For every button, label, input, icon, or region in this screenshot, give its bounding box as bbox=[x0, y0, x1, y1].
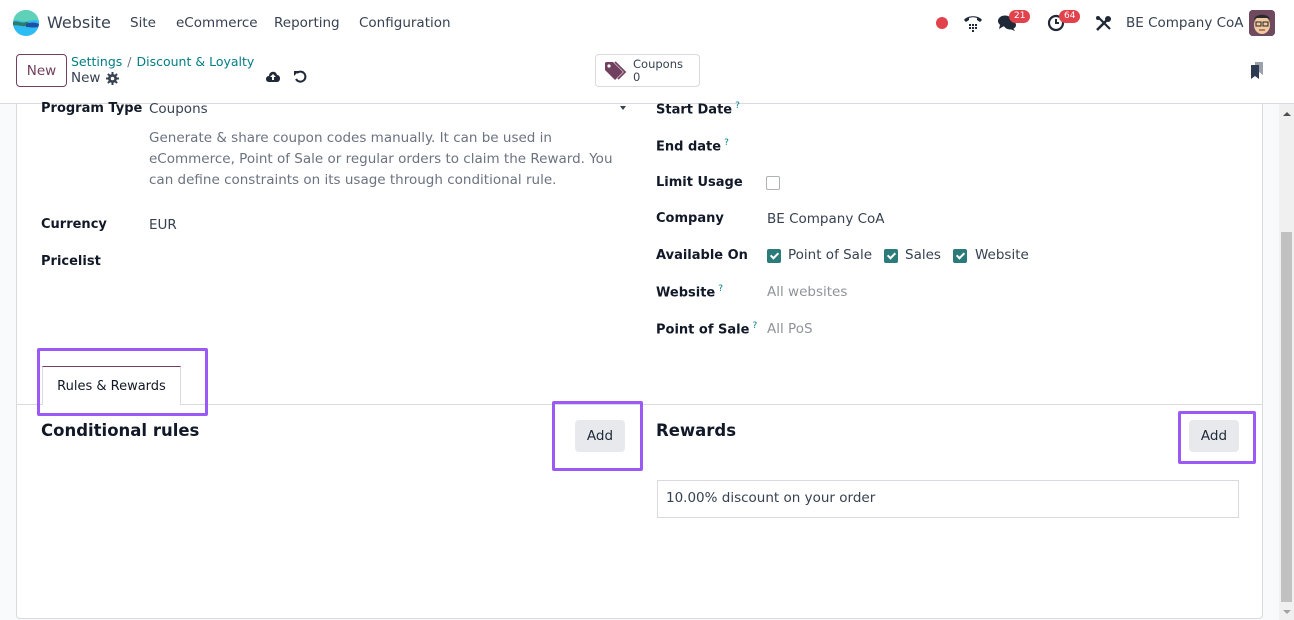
menu-site[interactable]: Site bbox=[130, 15, 156, 31]
conditional-rules-title: Conditional rules bbox=[41, 421, 200, 440]
messages-count-badge: 21 bbox=[1009, 10, 1031, 23]
point-of-sale-label: Point of Sale? bbox=[656, 321, 758, 338]
discard-undo-icon[interactable] bbox=[293, 69, 308, 84]
end-date-field[interactable] bbox=[766, 136, 1236, 156]
menu-configuration[interactable]: Configuration bbox=[359, 15, 451, 31]
available-on-label: Available On bbox=[656, 248, 748, 263]
save-cloud-icon[interactable] bbox=[265, 69, 281, 83]
website-app-logo-icon[interactable] bbox=[13, 10, 39, 36]
new-button[interactable]: New bbox=[16, 54, 67, 87]
user-avatar[interactable] bbox=[1249, 10, 1275, 36]
limit-usage-checkbox[interactable] bbox=[766, 176, 780, 190]
help-icon[interactable]: ? bbox=[724, 138, 729, 148]
menu-ecommerce[interactable]: eCommerce bbox=[176, 15, 258, 31]
tab-rules-rewards[interactable]: Rules & Rewards bbox=[42, 366, 181, 405]
notebook-tab-divider bbox=[17, 404, 1263, 405]
reward-item[interactable]: 10.00% discount on your order bbox=[657, 480, 1239, 518]
currency-label: Currency bbox=[41, 217, 107, 232]
record-name: New bbox=[71, 70, 101, 86]
pricelist-label: Pricelist bbox=[41, 254, 101, 269]
company-field[interactable]: BE Company CoA bbox=[767, 211, 885, 227]
vertical-scrollbar[interactable] bbox=[1279, 104, 1294, 620]
breadcrumb-settings[interactable]: Settings bbox=[71, 54, 122, 69]
top-navbar: Website Site eCommerce Reporting Configu… bbox=[0, 0, 1294, 46]
add-conditional-rule-button[interactable]: Add bbox=[575, 420, 625, 452]
app-name[interactable]: Website bbox=[47, 13, 111, 32]
scrollbar-thumb[interactable] bbox=[1281, 232, 1292, 602]
add-reward-button[interactable]: Add bbox=[1189, 420, 1239, 452]
control-panel: New Settings / Discount & Loyalty New Coup… bbox=[0, 46, 1294, 104]
sales-checkbox[interactable] bbox=[884, 249, 898, 263]
chevron-down-icon bbox=[620, 106, 626, 110]
scroll-up-arrow-icon[interactable] bbox=[1283, 112, 1291, 116]
website-label: Website? bbox=[656, 284, 724, 301]
recording-dot-icon[interactable] bbox=[936, 17, 948, 29]
company-label: Company bbox=[656, 211, 724, 226]
breadcrumb: Settings / Discount & Loyalty bbox=[71, 54, 254, 69]
gear-icon[interactable] bbox=[106, 71, 120, 85]
scroll-down-arrow-icon[interactable] bbox=[1283, 610, 1291, 614]
end-date-label: End date? bbox=[656, 138, 729, 155]
start-date-field[interactable] bbox=[766, 101, 1236, 121]
point-of-sale-checkbox-label[interactable]: Point of Sale bbox=[788, 247, 872, 263]
phone-icon[interactable] bbox=[963, 14, 983, 32]
menu-reporting[interactable]: Reporting bbox=[274, 15, 340, 31]
activities-count-badge: 64 bbox=[1059, 10, 1081, 23]
help-icon[interactable]: ? bbox=[735, 101, 740, 111]
limit-usage-label: Limit Usage bbox=[656, 175, 743, 190]
program-type-value: Coupons bbox=[149, 101, 208, 117]
currency-field[interactable]: EUR bbox=[149, 217, 177, 233]
form-sheet: Program Type Coupons Generate & share co… bbox=[16, 101, 1263, 619]
start-date-label: Start Date? bbox=[656, 101, 740, 118]
point-of-sale-field[interactable]: All PoS bbox=[767, 321, 813, 337]
program-type-select[interactable]: Coupons bbox=[148, 101, 628, 121]
website-checkbox-label[interactable]: Website bbox=[975, 247, 1029, 263]
website-checkbox[interactable] bbox=[953, 249, 967, 263]
help-icon[interactable]: ? bbox=[718, 284, 723, 294]
program-type-description: Generate & share coupon codes manually. … bbox=[149, 130, 613, 188]
debug-tools-icon[interactable] bbox=[1095, 15, 1112, 32]
tags-icon bbox=[605, 61, 627, 80]
coupons-count: 0 bbox=[633, 70, 641, 84]
company-switcher[interactable]: BE Company CoA bbox=[1126, 15, 1244, 31]
rewards-title: Rewards bbox=[656, 421, 737, 440]
program-type-label: Program Type bbox=[41, 101, 143, 116]
coupons-smart-button[interactable]: Coupons 0 bbox=[595, 54, 700, 87]
pricelist-field[interactable] bbox=[148, 252, 618, 272]
sales-checkbox-label[interactable]: Sales bbox=[905, 247, 941, 263]
breadcrumb-discount-loyalty[interactable]: Discount & Loyalty bbox=[137, 54, 255, 69]
breadcrumb-separator: / bbox=[127, 54, 132, 69]
bookmark-icon[interactable] bbox=[1250, 62, 1264, 80]
coupons-label: Coupons bbox=[633, 57, 683, 71]
help-icon[interactable]: ? bbox=[752, 321, 757, 331]
point-of-sale-checkbox[interactable] bbox=[767, 249, 781, 263]
website-field[interactable]: All websites bbox=[767, 284, 847, 300]
record-title: New bbox=[71, 70, 120, 86]
